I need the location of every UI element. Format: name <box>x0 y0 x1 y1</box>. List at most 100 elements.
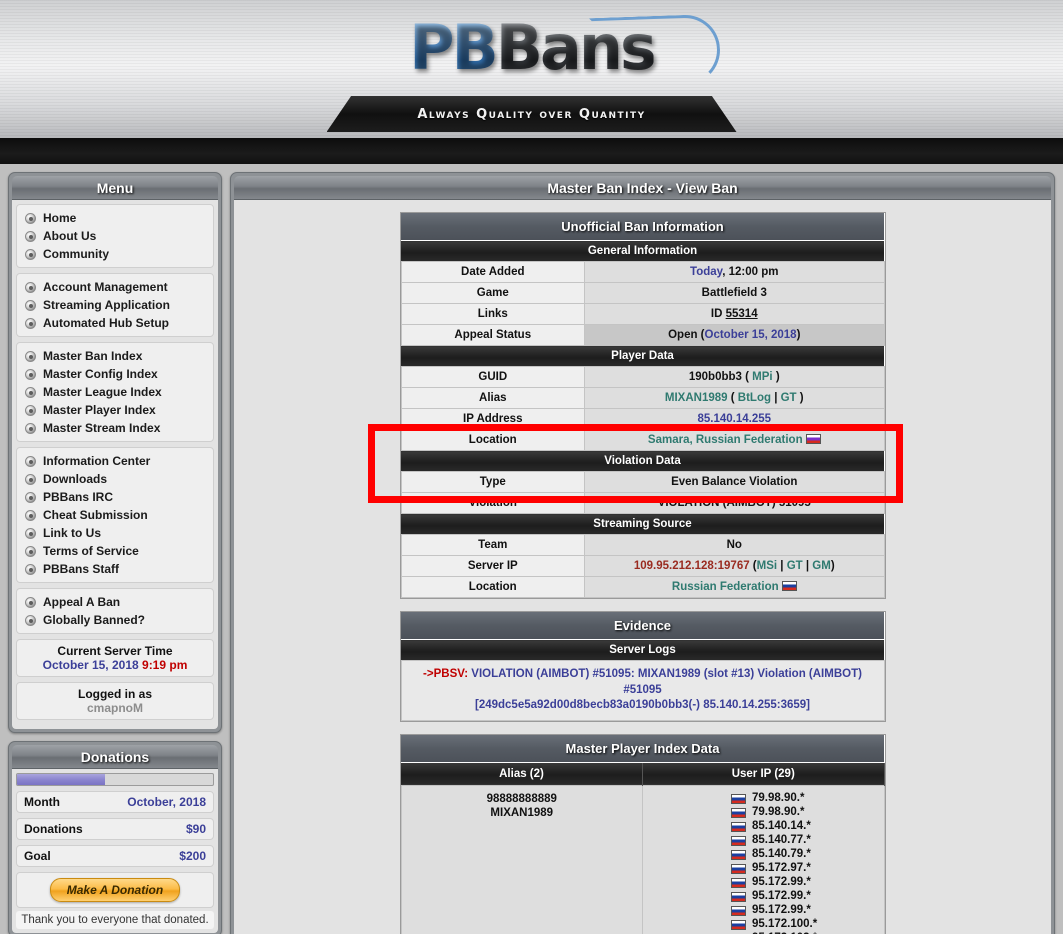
server-time-value: October 15, 2018 9:19 pm <box>19 658 211 672</box>
menu-group-4: Information Center Downloads PBBans IRC <box>16 447 214 583</box>
bullet-orb-icon <box>25 248 36 260</box>
site-header: PB Bans Always Quality over Quantity <box>0 0 1063 138</box>
sidebar-item-label: About Us <box>43 229 97 243</box>
site-logo[interactable]: PB Bans <box>409 8 657 88</box>
russia-flag-icon <box>731 821 746 832</box>
sidebar-item-label: Appeal A Ban <box>43 595 121 609</box>
ban-id-link[interactable]: 55314 <box>726 308 758 320</box>
violation-value: VIOLATION (AIMBOT) 51095 <box>584 492 885 514</box>
evidence-title-row: Evidence <box>401 612 884 640</box>
ip-entry: 85.140.79.* <box>731 848 884 862</box>
sidebar-item-home[interactable]: Home <box>19 209 211 227</box>
server-msi-link[interactable]: MSi <box>757 560 777 572</box>
table-row-game: Game Battlefield 3 <box>400 282 885 304</box>
sidebar-item-master-config-index[interactable]: Master Config Index <box>19 365 211 383</box>
alias-link[interactable]: MIXAN1989 <box>665 392 728 404</box>
sidebar-item-cheat-submission[interactable]: Cheat Submission <box>19 506 211 524</box>
sidebar-item-downloads[interactable]: Downloads <box>19 470 211 488</box>
guid-mpi-link[interactable]: MPi <box>752 371 772 383</box>
server-location-value: Russian Federation <box>584 576 885 598</box>
server-gt-link[interactable]: GT <box>787 560 803 572</box>
server-location-link[interactable]: Russian Federation <box>672 581 779 593</box>
russia-flag-icon <box>731 877 746 888</box>
sidebar-item-community[interactable]: Community <box>19 245 211 263</box>
sidebar-item-pbbans-staff[interactable]: PBBans Staff <box>19 560 211 578</box>
ip-text: 95.172.97.* <box>752 862 811 875</box>
sidebar-item-link-to-us[interactable]: Link to Us <box>19 524 211 542</box>
donation-month-row: Month October, 2018 <box>16 791 214 813</box>
links-label: Links <box>400 303 586 325</box>
bullet-orb-icon <box>25 491 36 503</box>
logo-text-bans: Bans <box>495 11 657 84</box>
date-added-label: Date Added <box>400 261 586 283</box>
sidebar-item-label: Streaming Application <box>43 298 170 312</box>
violation-data-header: Violation Data <box>401 450 884 472</box>
ip-text: 85.140.14.* <box>752 820 811 833</box>
server-ip-text: 109.95.212.128:19767 <box>633 560 750 572</box>
alias-btlog-link[interactable]: BtLog <box>738 392 771 404</box>
sidebar-item-automated-hub-setup[interactable]: Automated Hub Setup <box>19 314 211 332</box>
sidebar-item-label: Account Management <box>43 280 168 294</box>
ip-address-link[interactable]: 85.140.14.255 <box>697 413 771 425</box>
server-location-label: Location <box>400 576 586 598</box>
sidebar-item-information-center[interactable]: Information Center <box>19 452 211 470</box>
ip-text: 79.98.90.* <box>752 792 805 805</box>
sidebar-item-globally-banned[interactable]: Globally Banned? <box>19 611 211 629</box>
alias-gt-link[interactable]: GT <box>781 392 797 404</box>
sidebar-item-label: Cheat Submission <box>43 508 148 522</box>
logged-in-username[interactable]: cmapnoM <box>19 701 211 715</box>
donation-progress-bar <box>16 773 214 786</box>
sidebar-item-master-player-index[interactable]: Master Player Index <box>19 401 211 419</box>
ip-list: 79.98.90.* 79.98.90.* 85.140.14.* 85.140.77… <box>643 792 884 934</box>
mpi-title-row: Master Player Index Data <box>401 734 884 763</box>
player-location-link[interactable]: Samara, Russian Federation <box>648 434 803 446</box>
sidebar-item-pbbans-irc[interactable]: PBBans IRC <box>19 488 211 506</box>
log-line-1: VIOLATION (AIMBOT) #51095: MIXAN1989 (sl… <box>468 668 862 696</box>
bullet-orb-icon <box>25 281 36 293</box>
donate-button-container: Make A Donation <box>16 872 214 908</box>
sidebar-item-master-league-index[interactable]: Master League Index <box>19 383 211 401</box>
sidebar-item-streaming-application[interactable]: Streaming Application <box>19 296 211 314</box>
sidebar-item-terms-of-service[interactable]: Terms of Service <box>19 542 211 560</box>
sidebar-item-account-management[interactable]: Account Management <box>19 278 211 296</box>
appeal-status-date-link[interactable]: October 15, 2018 <box>705 329 797 341</box>
appeal-status-value: Open (October 15, 2018) <box>584 324 885 346</box>
sidebar-item-label: Master League Index <box>43 385 162 399</box>
sidebar-item-appeal-a-ban[interactable]: Appeal A Ban <box>19 593 211 611</box>
bullet-orb-icon <box>25 563 36 575</box>
main-panel-body: Unofficial Ban Information General Infor… <box>234 200 1051 934</box>
nav-black-bar <box>0 138 1063 164</box>
main-panel: Master Ban Index - View Ban Unofficial B… <box>230 172 1055 934</box>
ip-text: 95.172.99.* <box>752 904 811 917</box>
server-time-clock: 9:19 pm <box>142 658 188 672</box>
ip-text: 79.98.90.* <box>752 806 805 819</box>
ip-list-cell: 79.98.90.* 79.98.90.* 85.140.14.* 85.140.77… <box>642 784 885 934</box>
table-row-date-added: Date Added Today, 12:00 pm <box>400 261 885 283</box>
ban-info-title-row: Unofficial Ban Information <box>401 213 884 241</box>
table-row-server-location: Location Russian Federation <box>400 576 885 598</box>
ip-address-label: IP Address <box>400 408 586 430</box>
server-logs-header: Server Logs <box>401 639 884 661</box>
donations-panel: Donations Month October, 2018 Donations … <box>8 741 222 934</box>
bullet-orb-icon <box>25 368 36 380</box>
sidebar-item-label: Master Ban Index <box>43 349 143 363</box>
table-row-player-location: Location Samara, Russian Federation <box>400 429 885 451</box>
sidebar-item-label: PBBans IRC <box>43 490 114 504</box>
date-added-link[interactable]: Today <box>690 266 722 278</box>
server-time-box: Current Server Time October 15, 2018 9:1… <box>16 639 214 677</box>
sidebar-item-master-stream-index[interactable]: Master Stream Index <box>19 419 211 437</box>
sidebar-item-label: Downloads <box>43 472 108 486</box>
menu-group-3: Master Ban Index Master Config Index Mas… <box>16 342 214 442</box>
server-gm-link[interactable]: GM <box>812 560 831 572</box>
sidebar-item-master-ban-index[interactable]: Master Ban Index <box>19 347 211 365</box>
date-added-value: Today, 12:00 pm <box>584 261 885 283</box>
bullet-orb-icon <box>25 509 36 521</box>
make-a-donation-button[interactable]: Make A Donation <box>49 878 181 902</box>
menu-group-1: Home About Us Community <box>16 204 214 268</box>
team-value: No <box>584 534 885 556</box>
streaming-source-label: Streaming Source <box>401 513 884 535</box>
sidebar-item-about-us[interactable]: About Us <box>19 227 211 245</box>
donation-progress-fill <box>17 774 106 785</box>
menu-group-5: Appeal A Ban Globally Banned? <box>16 588 214 634</box>
bullet-orb-icon <box>25 386 36 398</box>
